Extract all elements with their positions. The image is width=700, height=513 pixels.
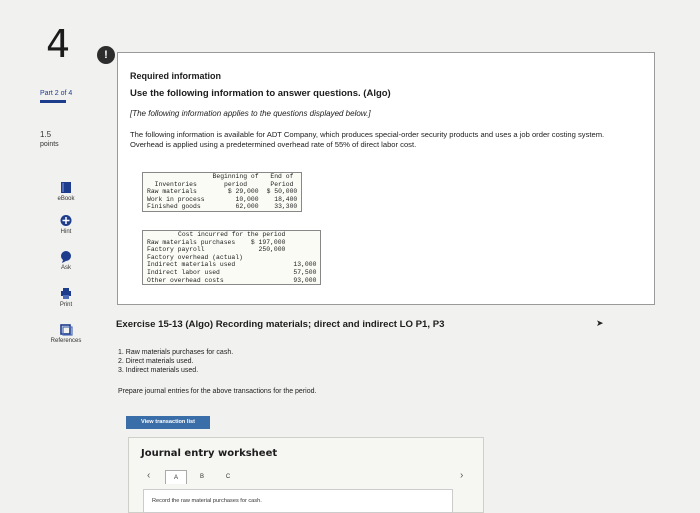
table-header-cell: Inventories xyxy=(154,180,197,188)
required-info-card: Required information Use the following i… xyxy=(117,52,655,305)
table-cell: 57,500 xyxy=(293,268,317,276)
table-cell: 10,000 xyxy=(235,195,259,203)
table-cell: $ 29,000 xyxy=(227,188,259,196)
table-cell: 33,300 xyxy=(274,203,298,211)
table-row: Finished goods 62,000 33,300 xyxy=(143,203,302,211)
table-cell: 250,000 xyxy=(258,246,286,254)
table-cell xyxy=(247,269,290,277)
table-cell: Other overhead costs xyxy=(147,276,224,284)
print-button[interactable]: Print xyxy=(40,287,92,308)
mouse-cursor-icon: ➤ xyxy=(596,318,604,328)
table-row: Raw materials $ 29,000 $ 50,000 xyxy=(143,188,302,196)
table-cell: Factory payroll xyxy=(147,246,205,254)
ebook-button[interactable]: eBook xyxy=(40,181,92,202)
worksheet-instruction: Record the raw material purchases for ca… xyxy=(152,498,262,504)
ask-label: Ask xyxy=(60,265,71,271)
table-cell: Raw materials xyxy=(147,188,197,196)
book-icon xyxy=(61,182,71,193)
tab-b[interactable]: B xyxy=(191,470,213,484)
printer-icon xyxy=(61,288,71,299)
info-description: The following information is available f… xyxy=(130,130,605,149)
tab-c[interactable]: C xyxy=(217,470,239,484)
table-row: Factory overhead (actual) xyxy=(143,254,321,262)
table-cell: 13,000 xyxy=(293,261,317,269)
hint-label: Hint xyxy=(60,229,72,235)
part-progress-bar xyxy=(40,100,66,103)
table-cell: Work in process xyxy=(147,195,205,203)
table-header-cell: Beginning of xyxy=(212,173,259,180)
table-header-row: Inventories period Period xyxy=(143,181,302,189)
points-value: 1.5 xyxy=(40,130,52,139)
table-cell: 62,000 xyxy=(235,203,259,211)
table-cell: Indirect labor used xyxy=(147,268,220,276)
worksheet-instruction-box: Record the raw material purchases for ca… xyxy=(143,489,453,513)
tab-a[interactable]: A xyxy=(165,470,187,484)
table-cell: Factory overhead (actual) xyxy=(147,253,243,261)
references-label: References xyxy=(50,338,82,344)
info-heading: Use the following information to answer … xyxy=(130,88,391,99)
question-number: 4 xyxy=(46,22,71,66)
table-row: Indirect materials used 13,000 xyxy=(143,261,321,269)
points-label: points xyxy=(40,141,59,148)
table-cell: Indirect materials used xyxy=(147,261,236,269)
table-row: Raw materials purchases $ 197,000 xyxy=(143,239,321,247)
worksheet-title: Journal entry worksheet xyxy=(141,448,278,459)
view-transaction-list-button[interactable]: View transaction list xyxy=(126,416,210,429)
table-cell: 18,400 xyxy=(274,195,298,203)
references-icon xyxy=(60,324,73,336)
exercise-title: Exercise 15-13 (Algo) Recording material… xyxy=(116,319,445,330)
part-label: Part 2 of 4 xyxy=(40,90,73,97)
task-list: 1. Raw materials purchases for cash. 2. … xyxy=(118,348,233,375)
table-cell: Finished goods xyxy=(147,203,201,211)
table-header-cell: Period xyxy=(270,180,294,188)
table-cell: 93,000 xyxy=(293,276,317,284)
table-cell xyxy=(247,254,290,262)
table-cell xyxy=(289,239,321,247)
table-row: Indirect labor used 57,500 xyxy=(143,269,321,277)
table-cell xyxy=(247,277,290,285)
ask-button[interactable]: Ask xyxy=(40,250,92,271)
cost-table-title: Cost incurred for the period xyxy=(178,231,286,238)
chevron-left-icon[interactable]: ‹ xyxy=(147,470,150,481)
cost-incurred-table: Cost incurred for the period Raw materia… xyxy=(142,230,322,286)
journal-entry-worksheet: Journal entry worksheet ‹ A B C › Record… xyxy=(128,437,484,513)
chat-bubble-icon xyxy=(61,251,71,263)
prepare-instruction: Prepare journal entries for the above tr… xyxy=(118,388,317,395)
table-header-row: Beginning of End of xyxy=(143,173,302,181)
table-cell xyxy=(289,254,321,262)
table-cell: $ 197,000 xyxy=(250,238,286,246)
table-row: Work in process 10,000 18,400 xyxy=(143,196,302,204)
chevron-right-icon[interactable]: › xyxy=(460,470,463,481)
table-row: Other overhead costs 93,000 xyxy=(143,277,321,285)
ebook-label: eBook xyxy=(57,196,75,202)
table-header-cell xyxy=(143,173,209,181)
print-label: Print xyxy=(59,302,73,308)
hint-icon xyxy=(60,215,72,226)
info-note: [The following information applies to th… xyxy=(130,109,371,118)
table-header-row: Cost incurred for the period xyxy=(143,231,321,239)
hint-button[interactable]: Hint xyxy=(40,214,92,235)
inventories-table: Beginning of End of Inventories period P… xyxy=(142,172,303,212)
alert-icon: ! xyxy=(97,46,115,64)
table-cell: $ 50,000 xyxy=(266,188,298,196)
list-item: 2. Direct materials used. xyxy=(118,358,194,365)
list-item: 1. Raw materials purchases for cash. xyxy=(118,349,234,356)
table-header-cell: period xyxy=(224,180,248,188)
references-button[interactable]: References xyxy=(40,323,92,344)
list-item: 3. Indirect materials used. xyxy=(118,367,199,374)
table-cell xyxy=(289,246,321,254)
table-cell: Raw materials purchases xyxy=(147,238,236,246)
table-row: Factory payroll 250,000 xyxy=(143,246,321,254)
info-title: Required information xyxy=(130,71,222,81)
table-header-cell: End of xyxy=(270,173,294,180)
table-cell xyxy=(247,261,290,269)
